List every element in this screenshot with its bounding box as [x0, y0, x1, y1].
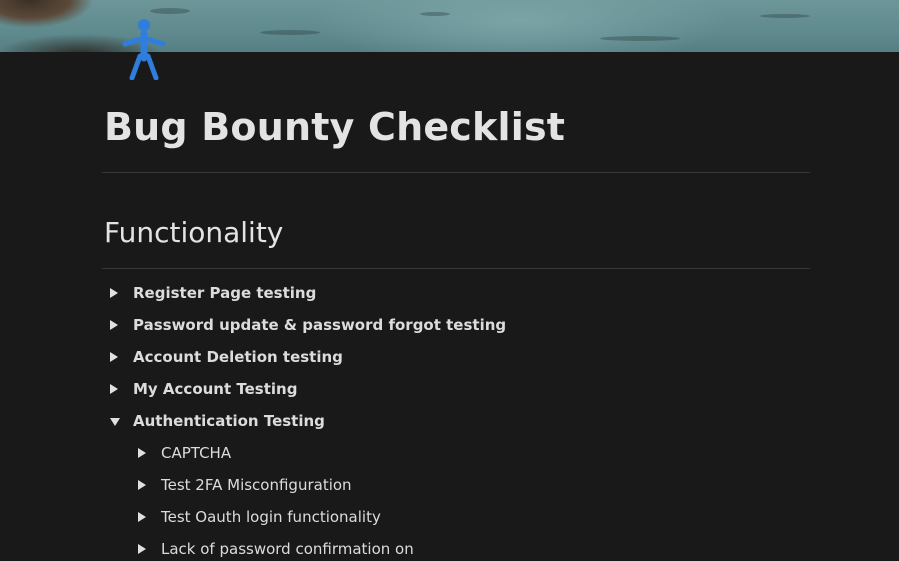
- triangle-right-icon[interactable]: [110, 320, 118, 330]
- triangle-right-icon[interactable]: [110, 352, 118, 362]
- person-accessibility-icon[interactable]: [118, 16, 170, 81]
- triangle-right-icon[interactable]: [138, 544, 146, 554]
- toggle-item[interactable]: CAPTCHA: [138, 441, 231, 465]
- toggle-label: Test 2FA Misconfiguration: [161, 476, 352, 494]
- toggle-label: Authentication Testing: [133, 412, 325, 430]
- toggle-item[interactable]: Test 2FA Misconfiguration: [138, 473, 352, 497]
- title-divider: [102, 172, 810, 173]
- triangle-right-icon[interactable]: [110, 288, 118, 298]
- toggle-label: My Account Testing: [133, 380, 298, 398]
- toggle-item[interactable]: Password update & password forgot testin…: [110, 313, 506, 337]
- toggle-label: Register Page testing: [133, 284, 317, 302]
- toggle-label: CAPTCHA: [161, 444, 232, 462]
- triangle-right-icon[interactable]: [138, 480, 146, 490]
- triangle-right-icon[interactable]: [110, 384, 118, 394]
- section-heading[interactable]: Functionality: [104, 216, 283, 249]
- toggle-item[interactable]: Register Page testing: [110, 281, 316, 305]
- toggle-item[interactable]: Test Oauth login functionality: [138, 505, 381, 529]
- toggle-label: Test Oauth login functionality: [161, 508, 381, 526]
- toggle-item[interactable]: Authentication Testing: [110, 409, 325, 433]
- toggle-label: Lack of password confirmation on: [161, 540, 414, 558]
- triangle-right-icon[interactable]: [138, 448, 146, 458]
- toggle-label: Account Deletion testing: [133, 348, 343, 366]
- toggle-item[interactable]: Account Deletion testing: [110, 345, 343, 369]
- heading-divider: [102, 268, 810, 269]
- toggle-item[interactable]: Lack of password confirmation on: [138, 537, 414, 561]
- triangle-down-icon[interactable]: [110, 418, 120, 426]
- toggle-item[interactable]: My Account Testing: [110, 377, 297, 401]
- triangle-right-icon[interactable]: [138, 512, 146, 522]
- page-title[interactable]: Bug Bounty Checklist: [104, 105, 565, 149]
- toggle-label: Password update & password forgot testin…: [133, 316, 507, 334]
